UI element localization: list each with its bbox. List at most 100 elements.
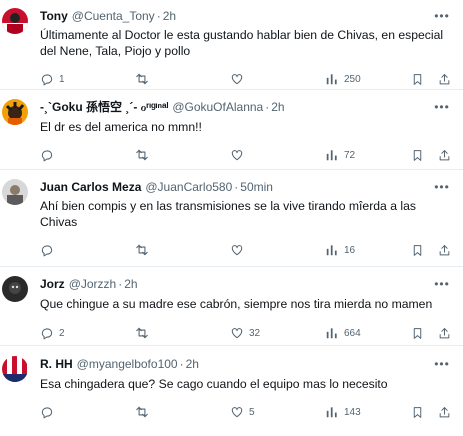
like-count: 5 [249,406,255,418]
view-count: 143 [344,406,361,418]
tweet-header: -¸`Goku 孫悟空 ¸´- ℴʳᶦᵍᶦⁿᵃˡ @GokuOfAlanna ·… [40,99,463,115]
like-button[interactable]: 5 [230,405,325,419]
tweet[interactable]: Juan Carlos Meza @JuanCarlo580 · 50min •… [0,170,463,267]
more-icon[interactable]: ••• [434,180,449,194]
tweet-header: Juan Carlos Meza @JuanCarlo580 · 50min [40,179,463,195]
tweet-text: Que chingue a su madre ese cabrón, siemp… [40,297,433,311]
timestamp[interactable]: 2h [186,357,199,371]
tweet-actions: 5 143 [40,404,463,420]
views-icon [326,328,337,339]
avatar[interactable] [2,8,28,34]
views-button[interactable]: 16 [325,243,420,257]
timestamp[interactable]: 2h [163,9,176,23]
reply-button[interactable] [40,405,135,419]
share-icon[interactable] [438,406,451,419]
separator-dot: · [265,100,270,114]
tweet[interactable]: Jorz @Jorzzh · 2h ••• Que chingue a su m… [0,267,463,346]
more-icon[interactable]: ••• [434,277,449,291]
display-name[interactable]: Jorz [40,277,65,291]
like-button[interactable] [230,148,325,162]
heart-icon [231,150,243,161]
tweet-header: R. HH @myangelbofo100 · 2h [40,356,463,372]
reply-button[interactable]: 2 [40,326,135,340]
separator-dot: · [179,357,184,371]
view-count: 664 [344,327,361,339]
tweet-actions: 16 [40,242,463,258]
separator-dot: · [118,277,123,291]
retweet-button[interactable] [135,148,230,162]
timestamp[interactable]: 50min [240,180,273,194]
avatar[interactable] [2,276,28,302]
like-count: 32 [249,327,261,339]
retweet-button[interactable] [135,72,230,86]
share-icon[interactable] [438,244,451,257]
bookmark-icon[interactable] [411,327,424,340]
share-icon[interactable] [438,73,451,86]
user-handle[interactable]: @Cuenta_Tony [72,9,155,23]
retweet-button[interactable] [135,243,230,257]
more-icon[interactable]: ••• [434,100,449,114]
views-icon [326,150,337,161]
timestamp[interactable]: 2h [124,277,137,291]
reply-icon [41,407,53,419]
user-handle[interactable]: @myangelbofo100 [77,357,178,371]
tweet-text: Ahí bien compis y en las transmisiones s… [40,199,416,229]
display-name[interactable]: Juan Carlos Meza [40,180,141,194]
tweet-header: Jorz @Jorzzh · 2h [40,276,463,292]
right-actions [411,327,451,340]
retweet-button[interactable] [135,405,230,419]
tweet-actions: 2 32 664 [40,325,463,341]
share-icon[interactable] [438,149,451,162]
views-button[interactable]: 72 [325,148,420,162]
tweet-actions: 1 250 [40,71,463,87]
reply-feed: Tony @Cuenta_Tony · 2h ••• Últimamente a… [0,0,463,436]
retweet-icon [136,149,148,161]
reply-icon [41,74,53,86]
bookmark-icon[interactable] [411,73,424,86]
tweet[interactable]: Tony @Cuenta_Tony · 2h ••• Últimamente a… [0,0,463,90]
views-icon [326,245,337,256]
separator-dot: · [234,180,239,194]
tweet-text: Esa chingadera que? Se cago cuando el eq… [40,377,388,391]
right-actions [411,244,451,257]
more-icon[interactable]: ••• [434,9,449,23]
heart-icon [231,245,243,256]
user-handle[interactable]: @JuanCarlo580 [145,180,232,194]
like-button[interactable]: 32 [230,326,325,340]
retweet-button[interactable] [135,326,230,340]
views-button[interactable]: 143 [325,405,420,419]
avatar[interactable] [2,356,28,382]
reply-button[interactable] [40,243,135,257]
display-name[interactable]: -¸`Goku 孫悟空 ¸´- ℴʳᶦᵍᶦⁿᵃˡ [40,100,168,114]
retweet-icon [136,73,148,85]
display-name[interactable]: Tony [40,9,68,23]
right-actions [411,73,451,86]
views-icon [326,407,337,418]
reply-button[interactable] [40,148,135,162]
display-name[interactable]: R. HH [40,357,73,371]
user-handle[interactable]: @GokuOfAlanna [172,100,263,114]
user-handle[interactable]: @Jorzzh [69,277,117,291]
bookmark-icon[interactable] [411,244,424,257]
reply-icon [41,150,53,162]
views-button[interactable]: 250 [325,72,420,86]
bookmark-icon[interactable] [411,406,424,419]
share-icon[interactable] [438,327,451,340]
avatar[interactable] [2,99,28,125]
timestamp[interactable]: 2h [271,100,284,114]
separator-dot: · [156,9,161,23]
avatar[interactable] [2,179,28,205]
more-icon[interactable]: ••• [434,357,449,371]
view-count: 250 [344,73,361,85]
tweet-actions: 72 [40,147,463,163]
tweet[interactable]: -¸`Goku 孫悟空 ¸´- ℴʳᶦᵍᶦⁿᵃˡ @GokuOfAlanna ·… [0,90,463,170]
reply-button[interactable]: 1 [40,72,135,86]
reply-icon [41,328,53,340]
bookmark-icon[interactable] [411,149,424,162]
like-button[interactable] [230,243,325,257]
tweet[interactable]: R. HH @myangelbofo100 · 2h ••• Esa ching… [0,346,463,436]
like-button[interactable] [230,72,325,86]
views-button[interactable]: 664 [325,326,420,340]
right-actions [411,149,451,162]
tweet-text: El dr es del america no mmn!! [40,120,202,134]
